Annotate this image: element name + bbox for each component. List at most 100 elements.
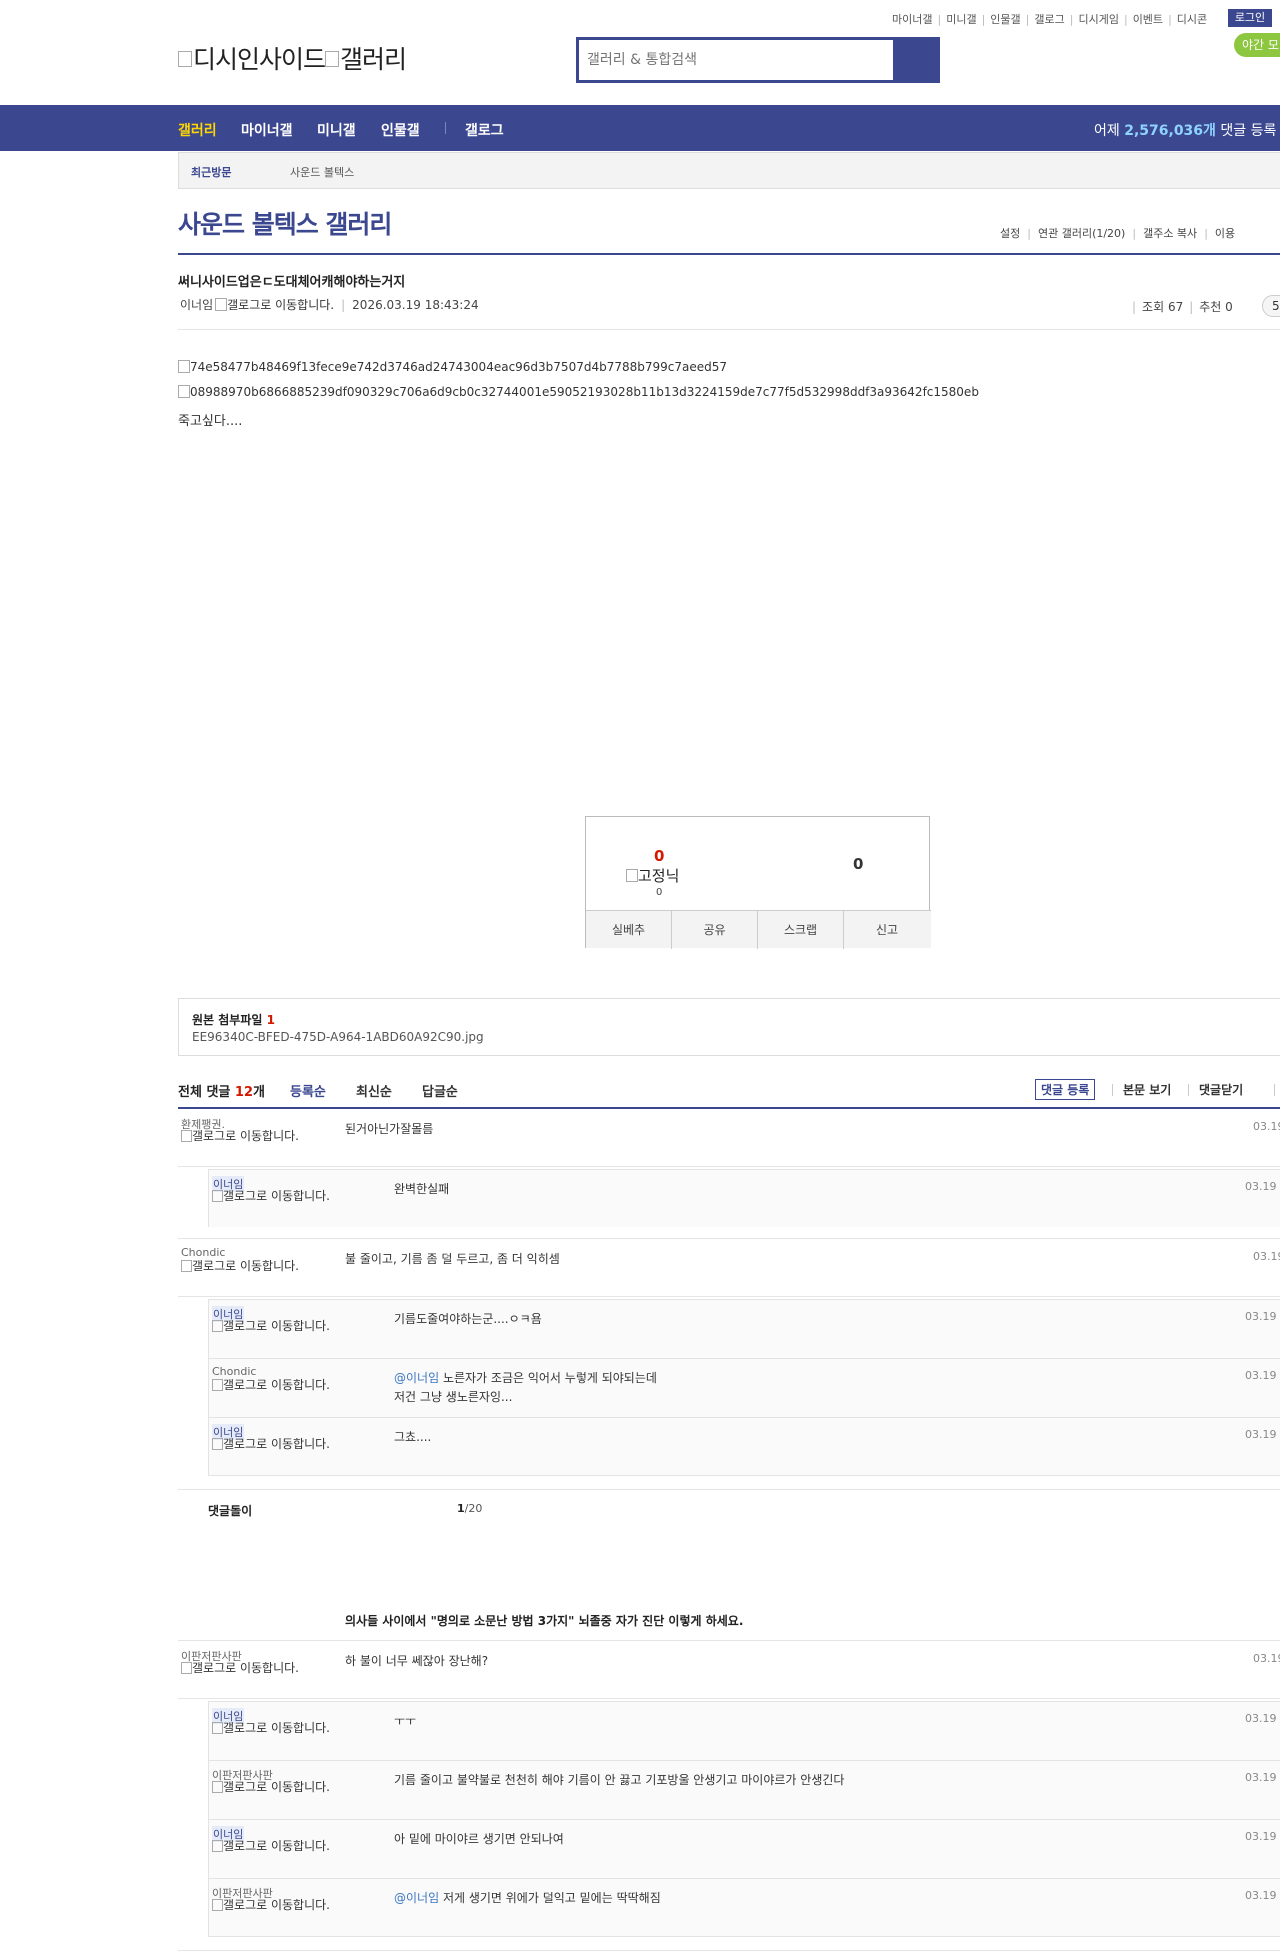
broken-image-icon [212, 1840, 223, 1852]
broken-image-icon [181, 1662, 192, 1674]
comment-date: 03.19 1 [1245, 1889, 1280, 1902]
comment-count-pill[interactable]: 5 [1262, 295, 1280, 317]
comment-text: 기름도줄여야하는군....ㅇㅋ욤 [394, 1312, 542, 1326]
nav-gallog[interactable]: 갤로그 [465, 120, 504, 140]
gallog-link[interactable]: 갤로그로 이동합니다. [212, 1320, 337, 1333]
toplink-gallog[interactable]: 갤로그 [1034, 13, 1064, 26]
nav-gallery[interactable]: 갤러리 [178, 120, 217, 140]
sort-replies[interactable]: 답글순 [422, 1081, 458, 1100]
gallog-link[interactable]: 갤로그로 이동합니다. [181, 1662, 306, 1675]
toplink-person[interactable]: 인물갤 [990, 13, 1020, 26]
share-button[interactable]: 공유 [672, 911, 758, 949]
comment-text: 완벽한실패 [394, 1182, 450, 1196]
gallog-link[interactable]: 갤로그로 이동합니다. [215, 298, 334, 312]
gallog-link[interactable]: 갤로그로 이동합니다. [212, 1899, 337, 1912]
comment-date: 03.19 [1253, 1250, 1280, 1263]
downvote-count[interactable]: 0 [853, 855, 863, 873]
gallog-link[interactable]: 갤로그로 이동합니다. [212, 1781, 337, 1794]
broken-image-icon [215, 298, 228, 311]
nav-person[interactable]: 인물갤 [381, 120, 420, 140]
close-comments-button[interactable]: 댓글닫기 [1199, 1081, 1243, 1098]
fixed-nick-count: 0 [656, 887, 663, 898]
fixed-nick-upvote[interactable]: 고정닉 [626, 865, 679, 886]
reply-comment: 이너임 갤로그로 이동합니다. 기름도줄여야하는군....ㅇㅋ욤 03.19 1 [208, 1299, 1280, 1358]
best-button[interactable]: 실베추 [586, 911, 672, 949]
post-author[interactable]: 이너임 [180, 298, 213, 312]
related-gallery-link[interactable]: 연관 갤러리(1/20) [1038, 227, 1125, 240]
gallog-link[interactable]: 갤로그로 이동합니다. [212, 1722, 337, 1735]
post-meta: 이너임 갤로그로 이동합니다. | 2026.03.19 18:43:24 [180, 298, 479, 312]
main-nav: 갤러리 마이너갤 미니갤 인물갤 갤로그 어제 2,576,036개 댓글 등록 [0, 105, 1280, 151]
scrap-button[interactable]: 스크랩 [758, 911, 844, 949]
reply-list: 이너임 갤로그로 이동합니다. 완벽한실패 03.19 1 [178, 1167, 1280, 1239]
toplink-mini[interactable]: 미니갤 [946, 13, 976, 26]
post-views: 조회 67 [1142, 300, 1184, 314]
comment-register-button[interactable]: 댓글 등록 [1035, 1079, 1096, 1100]
comment-text: 된거아닌가잘몰름 [345, 1122, 434, 1136]
reply-list: 이너임 갤로그로 이동합니다. ㅜㅜ 03.19 1 이판저판사판 갤로그로 이… [178, 1699, 1280, 1951]
gallog-link[interactable]: 갤로그로 이동합니다. [181, 1260, 306, 1273]
toplink-event[interactable]: 이벤트 [1133, 13, 1163, 26]
broken-image-icon [181, 1130, 192, 1142]
attachment-file[interactable]: EE96340C-BFED-475D-A964-1ABD60A92C90.jpg [192, 1030, 484, 1044]
gallog-link[interactable]: 갤로그로 이동합니다. [181, 1130, 306, 1143]
comment-text: ㅜㅜ [394, 1714, 417, 1728]
search-input[interactable] [587, 46, 877, 74]
site-logo[interactable]: 디시인사이드 갤러리 [178, 40, 407, 76]
top-links: 마이너갤 | 미니갤 | 인물갤 | 갤로그 | 디시게임 | 이벤트 | 디시콘 [892, 13, 1208, 26]
sort-latest[interactable]: 최신순 [356, 1081, 392, 1100]
comment-toolbar: 전체 댓글 12개 등록순 최신순 답글순 댓글 등록 본문 보기 댓글닫기 [178, 1079, 1280, 1109]
report-button[interactable]: 신고 [844, 911, 930, 949]
comment-nick[interactable]: Chondic [181, 1246, 225, 1259]
reply-list: 이너임 갤로그로 이동합니다. 기름도줄여야하는군....ㅇㅋ욤 03.19 1… [178, 1297, 1280, 1488]
sort-registered[interactable]: 등록순 [290, 1081, 326, 1100]
broken-image-icon [212, 1379, 223, 1391]
settings-link[interactable]: 설정 [1000, 227, 1020, 240]
top-header: 디시인사이드갤러리 마이너갤|미니갤|인물갤|갤로그|디시게임|이벤트|디시콘 … [0, 0, 1280, 105]
broken-image-icon [626, 869, 638, 882]
broken-image-icon [178, 51, 192, 67]
post-date: 2026.03.19 18:43:24 [352, 298, 479, 312]
gallog-link[interactable]: 갤로그로 이동합니다. [212, 1379, 337, 1392]
nav-minor[interactable]: 마이너갤 [241, 120, 293, 140]
reply-comment: 이판저판사판 갤로그로 이동합니다. 기름 줄이고 불약불로 천천히 해야 기름… [208, 1760, 1280, 1819]
recent-label[interactable]: 최근방문 [191, 164, 231, 180]
broken-image-icon [212, 1781, 223, 1793]
broken-image-icon [212, 1899, 223, 1911]
recent-gallery[interactable]: 사운드 볼텍스 [290, 164, 354, 180]
copy-url-link[interactable]: 갤주소 복사 [1143, 227, 1197, 240]
gallery-title[interactable]: 사운드 볼텍스 갤러리 [178, 205, 392, 241]
reply-comment: 이너임 갤로그로 이동합니다. ㅜㅜ 03.19 1 [208, 1701, 1280, 1760]
comment-date: 03.19 1 [1245, 1428, 1280, 1441]
comment-bot-label[interactable]: 댓글돌이 [208, 1502, 252, 1519]
comment-total: 전체 댓글 12개 [178, 1085, 265, 1100]
toplink-minor[interactable]: 마이너갤 [892, 13, 932, 26]
title-divider [178, 253, 1280, 255]
upvote-count[interactable]: 0 [654, 847, 664, 865]
broken-image-icon [212, 1320, 223, 1332]
post-image-1: 74e58477b48469f13fece9e742d3746ad2474300… [178, 360, 727, 374]
mention-link[interactable]: @이너임 [394, 1371, 439, 1385]
nav-mini[interactable]: 미니갤 [317, 120, 356, 140]
reply-comment: 이너임 갤로그로 이동합니다. 그쵸.... 03.19 1 [208, 1417, 1280, 1476]
search-button[interactable] [893, 40, 937, 80]
toplink-dcon[interactable]: 디시콘 [1177, 13, 1207, 26]
nav-divider [445, 122, 446, 134]
post-divider [178, 329, 1280, 330]
comment: 환제팽권. 갤로그로 이동합니다. 된거아닌가잘몰름 03.19 [178, 1110, 1280, 1167]
usage-link[interactable]: 이용 [1215, 227, 1235, 240]
view-body-button[interactable]: 본문 보기 [1123, 1081, 1171, 1098]
gallog-link[interactable]: 갤로그로 이동합니다. [212, 1840, 337, 1853]
mention-link[interactable]: @이너임 [394, 1891, 439, 1905]
gallog-link[interactable]: 갤로그로 이동합니다. [212, 1190, 337, 1203]
ad-text[interactable]: 의사들 사이에서 "명의로 소문난 방법 3가지" 뇌졸중 자가 진단 이렇게 … [345, 1612, 743, 1629]
gallog-link[interactable]: 갤로그로 이동합니다. [212, 1438, 337, 1451]
broken-image-icon [325, 51, 340, 67]
night-mode-toggle[interactable]: 야간 모 [1234, 33, 1280, 57]
broken-image-icon [212, 1190, 223, 1202]
toplink-game[interactable]: 디시게임 [1078, 13, 1118, 26]
comment-text: 하 불이 너무 쎄잖아 장난해? [345, 1654, 489, 1668]
comment-nick[interactable]: Chondic [212, 1365, 256, 1378]
login-button[interactable]: 로그인 [1228, 9, 1272, 27]
post-recommend: 추천 0 [1199, 300, 1233, 314]
